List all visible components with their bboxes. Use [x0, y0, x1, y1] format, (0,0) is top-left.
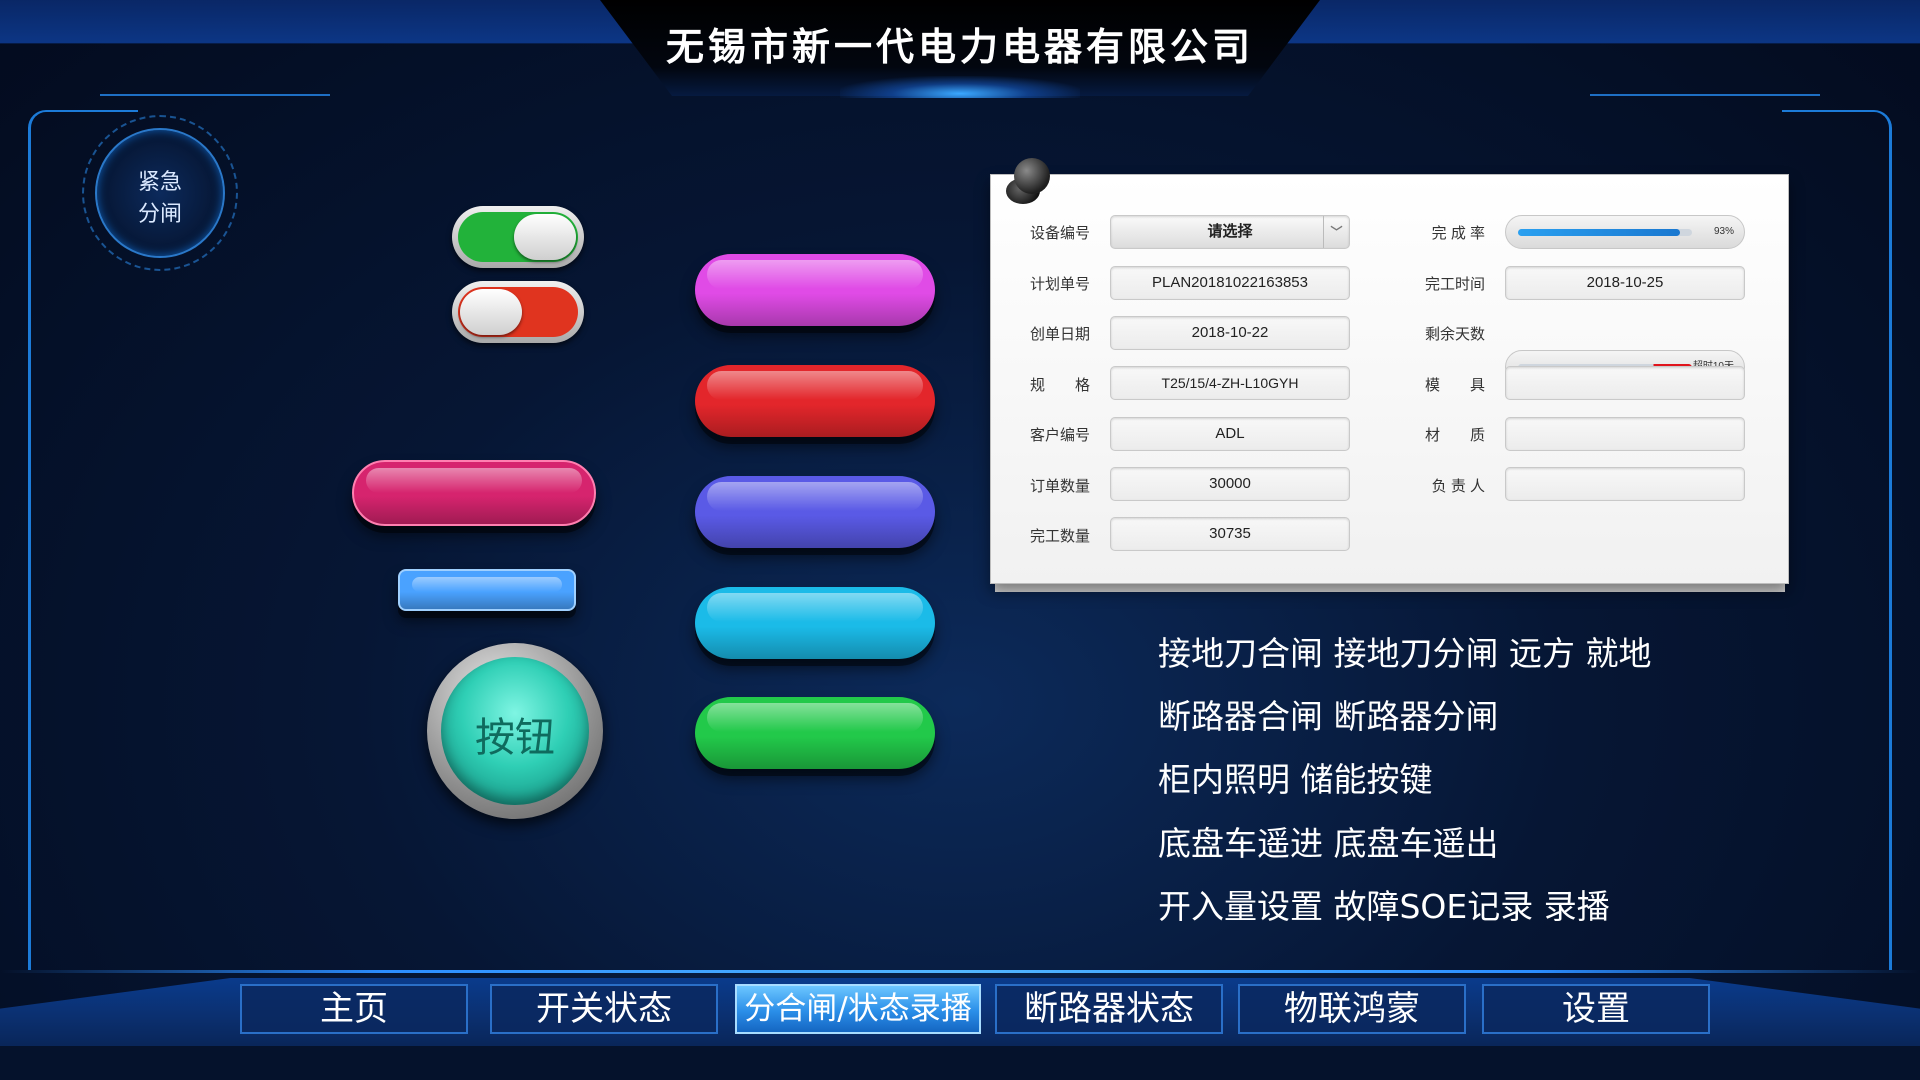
- blue-glossy-button[interactable]: [398, 569, 576, 611]
- round-button-label: 按钮: [475, 715, 555, 761]
- mold-field[interactable]: [1505, 366, 1745, 400]
- completion-value: 93%: [1713, 226, 1734, 237]
- emergency-label-line2: 分闸: [137, 202, 182, 227]
- pink-glossy-button[interactable]: [352, 460, 596, 526]
- left-frame-line: [100, 94, 330, 96]
- form-label-spec: 规 格: [1029, 377, 1090, 394]
- toggle-track-off: [458, 287, 578, 337]
- device-no-select[interactable]: 请选择 ﹀: [1110, 215, 1350, 249]
- owner-field[interactable]: [1505, 467, 1745, 501]
- red-pill-button[interactable]: [695, 365, 935, 437]
- form-label-create-date: 创单日期: [1029, 326, 1090, 343]
- nav-tab-switch-status[interactable]: 开关状态: [490, 984, 718, 1034]
- command-line-5[interactable]: 开入量设置 故障SOE记录 录播: [1158, 880, 1610, 928]
- form-label-customer-no: 客户编号: [1029, 427, 1090, 444]
- completion-progress-fill: [1518, 229, 1680, 236]
- green-pill-button[interactable]: [695, 697, 935, 769]
- form-label-remaining-days: 剩余天数: [1424, 326, 1485, 343]
- form-label-finish-time: 完工时间: [1424, 276, 1485, 293]
- right-frame-decoration: [1782, 110, 1892, 970]
- done-qty-field[interactable]: 30735: [1110, 517, 1350, 551]
- pushpin-head: [1014, 158, 1050, 194]
- right-frame-line: [1590, 94, 1820, 96]
- nav-tab-trip-close-recording[interactable]: 分合闸/状态录播: [735, 984, 981, 1034]
- form-label-device-no: 设备编号: [1029, 225, 1090, 242]
- completion-progress-track: [1518, 229, 1692, 236]
- nav-tab-settings[interactable]: 设置: [1482, 984, 1710, 1034]
- toggle-switch-on[interactable]: [452, 206, 584, 268]
- nav-tab-breaker-status[interactable]: 断路器状态: [995, 984, 1223, 1034]
- completion-progress-bar: 93%: [1505, 215, 1745, 249]
- nav-top-glow-line: [0, 970, 1920, 973]
- emergency-trip-label: 紧急 分闸: [95, 167, 225, 231]
- page-title: 无锡市新一代电力电器有限公司: [665, 25, 1254, 69]
- material-field[interactable]: [1505, 417, 1745, 451]
- form-label-plan-no: 计划单号: [1029, 276, 1090, 293]
- magenta-pill-button[interactable]: [695, 254, 935, 326]
- command-line-2[interactable]: 断路器合闸 断路器分闸: [1158, 690, 1499, 738]
- form-label-mold: 模 具: [1424, 377, 1485, 394]
- command-line-4[interactable]: 底盘车遥进 底盘车遥出: [1158, 817, 1499, 865]
- command-line-1[interactable]: 接地刀合闸 接地刀分闸 远方 就地: [1158, 627, 1651, 675]
- nav-tab-home[interactable]: 主页: [240, 984, 468, 1034]
- chevron-down-icon: ﹀: [1323, 216, 1349, 248]
- form-label-material: 材 质: [1424, 427, 1485, 444]
- toggle-switch-off[interactable]: [452, 281, 584, 343]
- plan-no-field[interactable]: PLAN20181022163853: [1110, 266, 1350, 300]
- customer-no-field[interactable]: ADL: [1110, 417, 1350, 451]
- form-label-order-qty: 订单数量: [1029, 478, 1090, 495]
- purple-pill-button[interactable]: [695, 476, 935, 548]
- cyan-pill-button[interactable]: [695, 587, 935, 659]
- bottom-strip: [0, 1046, 1920, 1080]
- toggle-track-on: [458, 212, 578, 262]
- create-date-field[interactable]: 2018-10-22: [1110, 316, 1350, 350]
- header-glow: [840, 76, 1080, 98]
- order-qty-field[interactable]: 30000: [1110, 467, 1350, 501]
- toggle-knob: [460, 289, 522, 335]
- form-label-completion: 完 成 率: [1431, 225, 1485, 242]
- command-line-3[interactable]: 柜内照明 储能按键: [1158, 753, 1433, 801]
- spec-field[interactable]: T25/15/4-ZH-L10GYH: [1110, 366, 1350, 400]
- form-label-done-qty: 完工数量: [1029, 528, 1090, 545]
- device-no-selected: 请选择: [1207, 223, 1253, 240]
- toggle-knob: [514, 214, 576, 260]
- emergency-label-line1: 紧急: [137, 170, 182, 195]
- form-label-owner: 负 责 人: [1431, 478, 1485, 495]
- finish-time-field[interactable]: 2018-10-25: [1505, 266, 1745, 300]
- nav-tab-iot-harmony[interactable]: 物联鸿蒙: [1238, 984, 1466, 1034]
